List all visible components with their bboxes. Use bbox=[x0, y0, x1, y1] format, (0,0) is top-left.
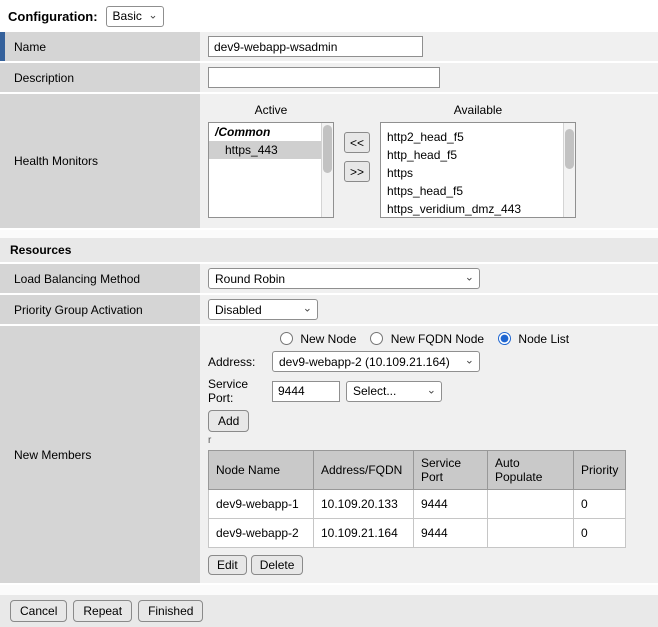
available-monitor-item[interactable]: http2_head_f5 bbox=[381, 128, 575, 146]
address-label: Address: bbox=[208, 355, 266, 369]
delete-button[interactable]: Delete bbox=[251, 555, 304, 575]
repeat-button[interactable]: Repeat bbox=[73, 600, 132, 622]
load-balancing-label: Load Balancing Method bbox=[0, 264, 200, 293]
available-list-title: Available bbox=[380, 100, 576, 122]
table-row[interactable]: dev9-webapp-1 10.109.20.133 9444 0 bbox=[209, 490, 626, 519]
move-to-available-button[interactable]: >> bbox=[344, 161, 370, 182]
cell-node-name: dev9-webapp-2 bbox=[209, 519, 314, 548]
cell-address: 10.109.20.133 bbox=[314, 490, 414, 519]
service-port-select[interactable]: Select... bbox=[346, 381, 442, 402]
load-balancing-row: Load Balancing Method Round Robin ⌄ bbox=[0, 264, 658, 295]
table-row[interactable]: dev9-webapp-2 10.109.21.164 9444 0 bbox=[209, 519, 626, 548]
health-monitors-label: Health Monitors bbox=[0, 94, 200, 228]
cell-priority: 0 bbox=[574, 490, 626, 519]
members-table-header-row: Node Name Address/FQDN Service Port Auto… bbox=[209, 451, 626, 490]
members-table: Node Name Address/FQDN Service Port Auto… bbox=[208, 450, 626, 548]
available-monitors-column: Available http2_head_f5 http_head_f5 htt… bbox=[380, 100, 576, 218]
radio-node-list[interactable]: Node List bbox=[498, 332, 569, 346]
health-monitors-row: Health Monitors Active /Common https_443 bbox=[0, 94, 658, 230]
active-partition-item[interactable]: /Common bbox=[209, 123, 333, 141]
priority-group-label: Priority Group Activation bbox=[0, 295, 200, 324]
address-select[interactable]: dev9-webapp-2 (10.109.21.164) bbox=[272, 351, 480, 372]
cancel-button[interactable]: Cancel bbox=[10, 600, 67, 622]
name-label: Name bbox=[0, 32, 200, 61]
name-row: Name bbox=[0, 32, 658, 63]
active-monitors-column: Active /Common https_443 bbox=[208, 100, 334, 218]
new-members-label: New Members bbox=[0, 326, 200, 583]
available-monitor-item[interactable]: https bbox=[381, 164, 575, 182]
description-input[interactable] bbox=[208, 67, 440, 88]
finished-button[interactable]: Finished bbox=[138, 600, 203, 622]
cell-auto-populate bbox=[488, 519, 574, 548]
general-properties-table: Name Description Health Monitors Active … bbox=[0, 32, 658, 230]
col-address-fqdn: Address/FQDN bbox=[314, 451, 414, 490]
active-monitor-item[interactable]: https_443 bbox=[209, 141, 333, 159]
col-node-name: Node Name bbox=[209, 451, 314, 490]
cell-service-port: 9444 bbox=[414, 519, 488, 548]
cell-auto-populate bbox=[488, 490, 574, 519]
cell-service-port: 9444 bbox=[414, 490, 488, 519]
description-row: Description bbox=[0, 63, 658, 94]
node-list-radio[interactable] bbox=[498, 332, 511, 345]
name-input[interactable] bbox=[208, 36, 423, 57]
col-service-port: Service Port bbox=[414, 451, 488, 490]
scrollbar-thumb[interactable] bbox=[565, 129, 574, 169]
cell-priority: 0 bbox=[574, 519, 626, 548]
col-auto-populate: Auto Populate bbox=[488, 451, 574, 490]
new-members-row: New Members New Node New FQDN Node Node … bbox=[0, 326, 658, 585]
service-port-line: Service Port: Select... ⌄ bbox=[208, 377, 442, 405]
col-priority: Priority bbox=[574, 451, 626, 490]
cell-address: 10.109.21.164 bbox=[314, 519, 414, 548]
cell-node-name: dev9-webapp-1 bbox=[209, 490, 314, 519]
radio-new-fqdn-node[interactable]: New FQDN Node bbox=[370, 332, 484, 346]
configuration-bar: Configuration: Basic ⌄ bbox=[0, 0, 658, 32]
member-type-radios: New Node New FQDN Node Node List bbox=[280, 332, 569, 346]
configuration-select-wrap: Basic ⌄ bbox=[106, 6, 164, 27]
radio-new-node[interactable]: New Node bbox=[280, 332, 356, 346]
active-list-title: Active bbox=[208, 100, 334, 122]
description-label: Description bbox=[0, 63, 200, 92]
available-monitor-item[interactable]: https_head_f5 bbox=[381, 182, 575, 200]
priority-group-select[interactable]: Disabled bbox=[208, 299, 318, 320]
resources-table: Load Balancing Method Round Robin ⌄ Prio… bbox=[0, 264, 658, 585]
scrollbar-thumb[interactable] bbox=[323, 125, 332, 173]
available-monitor-item[interactable]: https_veridium_dmz_443 bbox=[381, 200, 575, 218]
active-monitors-listbox[interactable]: /Common https_443 bbox=[208, 122, 334, 218]
edit-button[interactable]: Edit bbox=[208, 555, 247, 575]
service-port-input[interactable] bbox=[272, 381, 340, 402]
service-port-label: Service Port: bbox=[208, 377, 266, 405]
health-monitors-widget: Active /Common https_443 << >> bbox=[208, 98, 576, 224]
priority-group-row: Priority Group Activation Disabled ⌄ bbox=[0, 295, 658, 326]
new-node-radio[interactable] bbox=[280, 332, 293, 345]
configuration-label: Configuration: bbox=[8, 9, 98, 24]
new-fqdn-node-radio[interactable] bbox=[370, 332, 383, 345]
address-line: Address: dev9-webapp-2 (10.109.21.164) ⌄ bbox=[208, 351, 480, 372]
add-button[interactable]: Add bbox=[208, 410, 249, 432]
available-list-scrollbar[interactable] bbox=[563, 123, 575, 217]
configuration-select[interactable]: Basic bbox=[106, 6, 164, 27]
available-monitor-item[interactable]: http_head_f5 bbox=[381, 146, 575, 164]
available-monitors-listbox[interactable]: http2_head_f5 http_head_f5 https https_h… bbox=[380, 122, 576, 218]
active-list-scrollbar[interactable] bbox=[321, 123, 333, 217]
resources-section-header: Resources bbox=[0, 238, 658, 264]
stray-text: r bbox=[208, 437, 211, 445]
footer-button-bar: Cancel Repeat Finished bbox=[0, 595, 658, 627]
monitor-move-buttons: << >> bbox=[344, 132, 370, 182]
move-to-active-button[interactable]: << bbox=[344, 132, 370, 153]
load-balancing-select[interactable]: Round Robin bbox=[208, 268, 480, 289]
